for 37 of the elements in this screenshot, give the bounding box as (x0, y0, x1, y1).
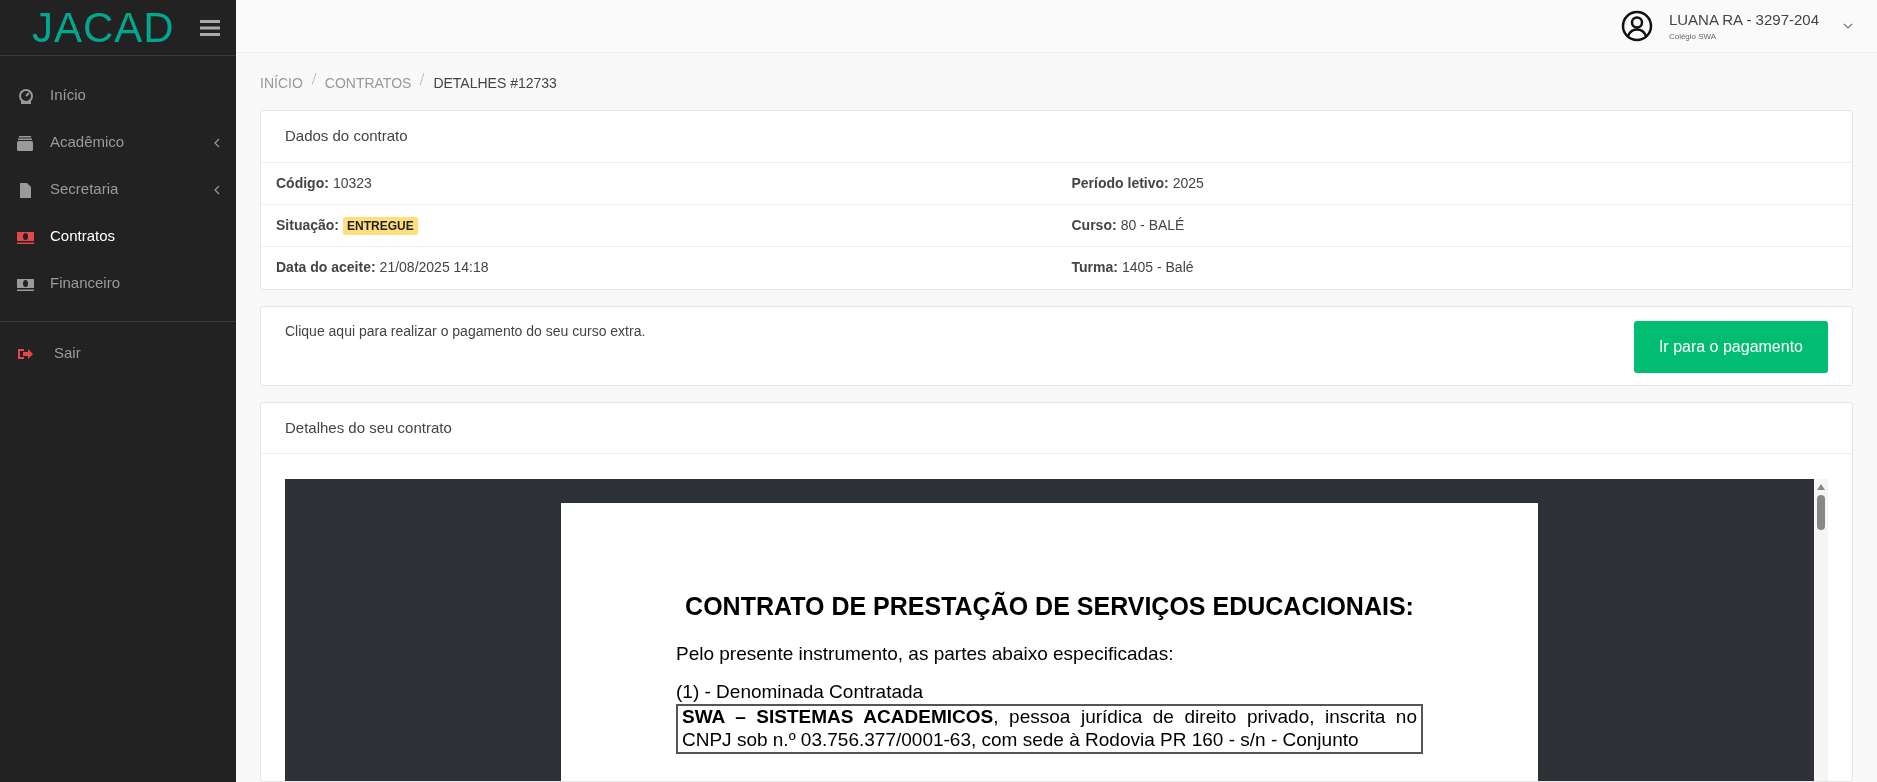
field-label: Data do aceite: (276, 259, 376, 275)
field-value: 80 - BALÉ (1120, 216, 1185, 233)
sidebar-item[interactable]: Acadêmico (0, 119, 236, 166)
payment-message: Clique aqui para realizar o pagamento do seu curso extra. (285, 321, 646, 341)
card-title: Detalhes do seu contrato (261, 402, 1852, 454)
logo: JACAD (32, 6, 175, 49)
sidebar-item[interactable]: Financeiro (0, 260, 236, 307)
user-avatar-icon[interactable] (1620, 10, 1653, 42)
status-badge: ENTREGUE (343, 216, 418, 235)
field-label: Situação: (276, 216, 339, 233)
gauge-icon (17, 87, 34, 104)
field-label: Turma: (1071, 259, 1118, 275)
breadcrumb-current: DETALHES #12733 (433, 74, 557, 93)
sidebar-item[interactable]: Contratos (0, 213, 236, 260)
breadcrumb-separator-icon (419, 73, 426, 85)
logout-link[interactable]: Sair (0, 330, 236, 377)
user-name: LUANA RA - 3297-204 (1668, 9, 1819, 30)
field-value: 21/08/2025 14:18 (379, 259, 489, 275)
menu-icon[interactable] (200, 18, 220, 37)
field-label: Período letivo: (1071, 174, 1169, 191)
document-paragraph: Pelo presente instrumento, as partes abaixo especificadas: (676, 642, 1175, 666)
school-name: Colégio SWA (1668, 31, 1718, 44)
folders-icon (17, 134, 34, 151)
document-title: CONTRATO DE PRESTAÇÃO DE SERVIÇOS EDUCACIONAIS: (684, 590, 1415, 621)
field-label: Código: (276, 174, 329, 191)
sidebar-item[interactable]: Início (0, 72, 236, 119)
breadcrumb-separator-icon (310, 73, 317, 85)
field-value: 1405 - Balé (1121, 259, 1194, 275)
field-value: 2025 (1172, 174, 1204, 191)
field-value: 10323 (332, 174, 372, 191)
chevron-down-icon[interactable] (1843, 23, 1853, 29)
sidebar-item[interactable]: Secretaria (0, 166, 236, 213)
card-title: Dados do contrato (261, 111, 1852, 163)
document-paragraph: (1) - Denominada Contratada (676, 681, 925, 705)
document-paragraph: SWA – SISTEMAS ACADEMICOS, pessoa jurídica de direito privado, inscrita no CNPJ sob n.º 03.756.377/0001-63, com sede à Rodovia PR 160 - s/n - Conjunto (676, 704, 1423, 754)
field-label: Curso: (1071, 216, 1117, 233)
file-icon (17, 181, 34, 198)
